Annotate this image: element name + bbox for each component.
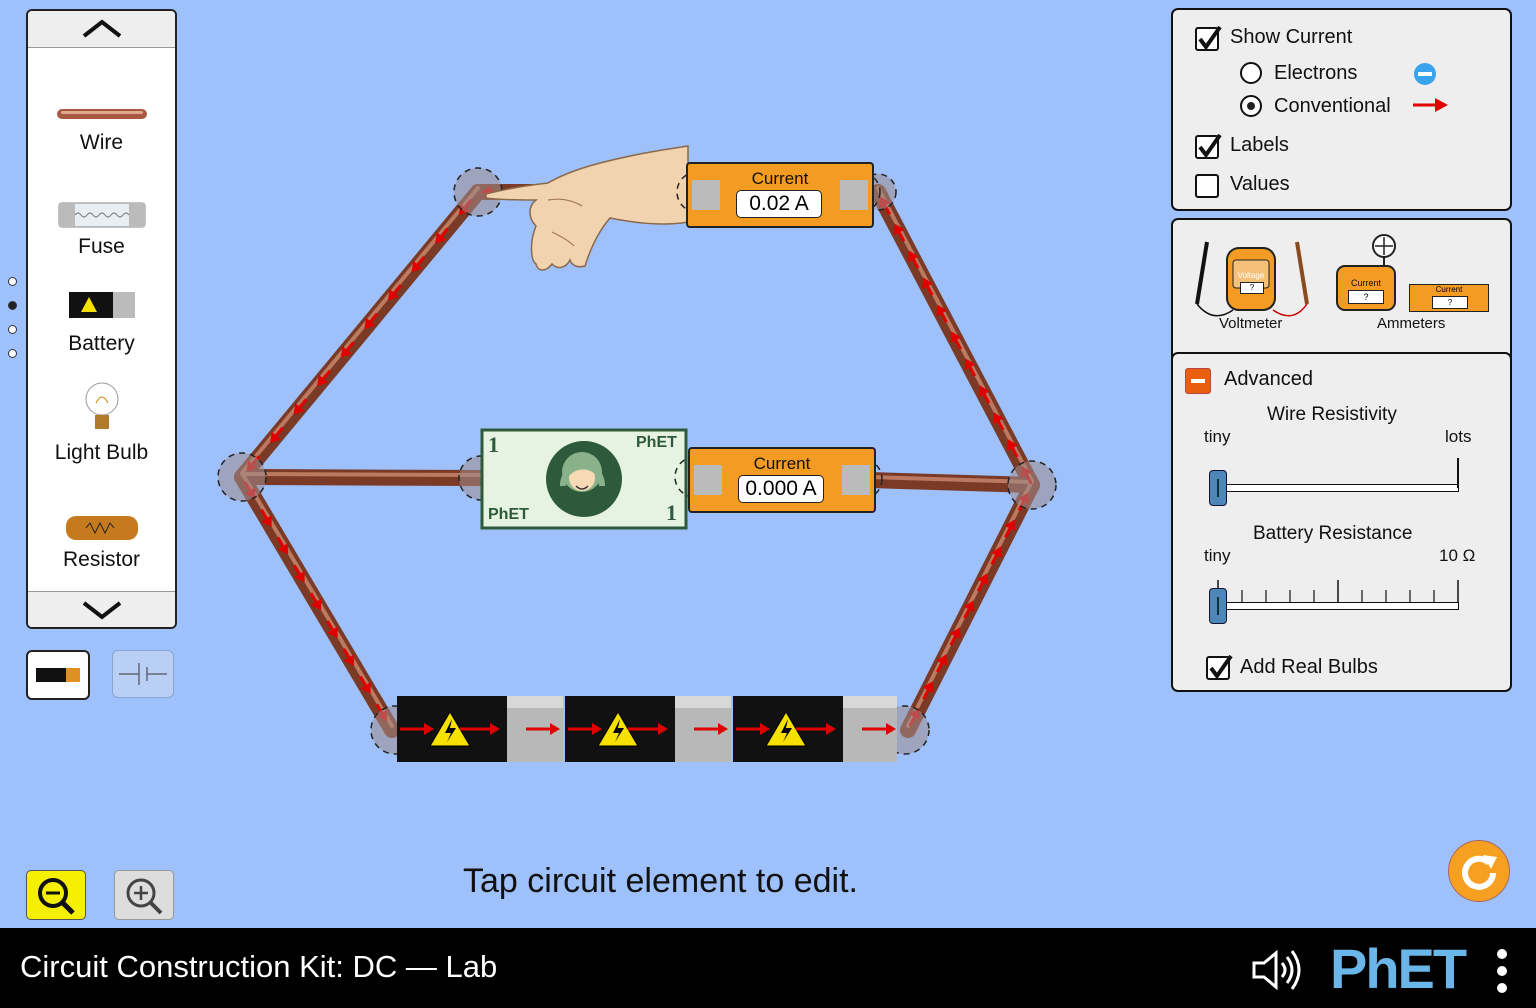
checkmark-icon bbox=[1209, 654, 1233, 680]
carousel-up-button[interactable] bbox=[28, 11, 175, 48]
voltmeter-display-label: Voltage bbox=[1237, 271, 1265, 280]
red-arrow-icon bbox=[1413, 98, 1448, 112]
conventional-radio[interactable] bbox=[1240, 95, 1262, 117]
series-ammeter-reading: ? bbox=[1432, 296, 1468, 309]
zoom-out-button[interactable] bbox=[26, 870, 86, 920]
zoom-in-button[interactable] bbox=[114, 870, 174, 920]
dollar-bill-brand: PhET bbox=[636, 434, 677, 451]
add-real-bulbs-label: Add Real Bulbs bbox=[1240, 656, 1378, 678]
checkmark-icon bbox=[1198, 25, 1222, 51]
wire-resistivity-min-label: tiny bbox=[1204, 427, 1231, 446]
dollar-bill-brand: PhET bbox=[488, 506, 529, 523]
zoom-in-icon bbox=[126, 878, 163, 915]
slider-thumb[interactable] bbox=[1209, 470, 1227, 506]
hand-icon bbox=[485, 145, 689, 271]
show-current-label: Show Current bbox=[1230, 26, 1353, 48]
dollar-bill-corner-number: 1 bbox=[488, 432, 499, 457]
voltmeter-tool[interactable]: Voltage ? bbox=[1193, 234, 1309, 324]
labels-checkbox[interactable] bbox=[1195, 133, 1222, 159]
fuse-icon bbox=[58, 202, 145, 228]
sim-title: Circuit Construction Kit: DC — Lab bbox=[20, 949, 498, 984]
battery-resistance-slider[interactable] bbox=[1209, 574, 1461, 624]
ammeter-value: 0.02 A bbox=[736, 190, 822, 218]
carousel-item-resistor[interactable]: Resistor bbox=[28, 514, 175, 572]
voltmeter-label: Voltmeter bbox=[1219, 315, 1283, 332]
ammeter-label: Current bbox=[751, 169, 809, 188]
values-checkbox[interactable] bbox=[1195, 174, 1219, 198]
wire-resistivity-title: Wire Resistivity bbox=[1267, 404, 1397, 425]
chevron-up-icon bbox=[82, 19, 121, 38]
chevron-down-icon bbox=[82, 601, 121, 620]
carousel-item-label: Fuse bbox=[78, 235, 125, 258]
display-options-panel: Show Current Electrons Conventional Labe… bbox=[1171, 8, 1512, 211]
schematic-view-button[interactable] bbox=[112, 650, 174, 698]
vertex[interactable] bbox=[1007, 460, 1057, 510]
carousel-page-dot[interactable] bbox=[8, 325, 17, 334]
probe-ammeter-display-label: Current bbox=[1350, 278, 1381, 288]
slider-track bbox=[1217, 602, 1459, 610]
phet-logo[interactable]: PhET bbox=[1330, 936, 1467, 1001]
battery-icon bbox=[68, 292, 135, 318]
carousel-item-wire[interactable]: Wire bbox=[28, 103, 175, 155]
ammeter-top[interactable]: Current 0.02 A bbox=[686, 162, 874, 228]
wire[interactable] bbox=[234, 469, 488, 486]
resistor-icon bbox=[65, 516, 138, 540]
battery-resistance-title: Battery Resistance bbox=[1253, 523, 1413, 544]
wire-resistivity-max-label: lots bbox=[1445, 427, 1472, 446]
ammeter-middle[interactable]: Current 0.000 A bbox=[688, 447, 876, 513]
probe-ammeter-tool[interactable]: Current ? bbox=[1335, 230, 1397, 312]
more-options-icon[interactable] bbox=[1494, 948, 1510, 994]
carousel-item-label: Light Bulb bbox=[54, 441, 149, 464]
lifelike-view-button[interactable] bbox=[26, 650, 90, 700]
reset-all-button[interactable] bbox=[1448, 840, 1510, 902]
probe-ammeter-reading: ? bbox=[1348, 290, 1384, 304]
zoom-out-icon bbox=[38, 878, 75, 915]
slider-track bbox=[1217, 484, 1459, 492]
carousel-page-dot[interactable] bbox=[8, 349, 17, 358]
carousel-item-battery[interactable]: Battery bbox=[28, 290, 175, 356]
electrons-radio[interactable] bbox=[1240, 62, 1262, 84]
ammeter-label: Current bbox=[753, 454, 811, 473]
carousel-item-fuse[interactable]: Fuse bbox=[28, 201, 175, 259]
advanced-title: Advanced bbox=[1224, 368, 1313, 390]
advanced-panel: Advanced Wire Resistivity tiny lots Batt… bbox=[1171, 352, 1512, 692]
battery-resistance-min-label: tiny bbox=[1204, 546, 1231, 565]
voltmeter-reading: ? bbox=[1240, 282, 1264, 294]
series-ammeter-display-label: Current bbox=[1435, 285, 1463, 294]
ammeter-value: 0.000 A bbox=[738, 475, 824, 503]
battery-icon bbox=[36, 668, 80, 682]
electrons-label: Electrons bbox=[1274, 62, 1358, 84]
wire-icon bbox=[56, 109, 147, 119]
slider-thumb[interactable] bbox=[1209, 588, 1227, 624]
component-carousel: Wire Fuse Battery Light Bulb Resistor bbox=[26, 9, 177, 629]
schematic-battery-icon bbox=[119, 663, 167, 685]
minus-icon bbox=[1191, 379, 1205, 383]
battery-resistance-max-label: 10 Ω bbox=[1439, 546, 1476, 565]
labels-label: Labels bbox=[1230, 134, 1289, 156]
dollar-bill-corner-number: 1 bbox=[666, 500, 677, 525]
light-bulb-icon bbox=[85, 382, 118, 429]
checkmark-icon bbox=[1198, 133, 1222, 159]
conventional-label: Conventional bbox=[1274, 95, 1391, 117]
edit-hint: Tap circuit element to edit. bbox=[463, 862, 858, 900]
carousel-item-light-bulb[interactable]: Light Bulb bbox=[28, 379, 175, 465]
series-ammeter-tool[interactable]: Current ? bbox=[1409, 284, 1489, 312]
carousel-down-button[interactable] bbox=[28, 591, 175, 627]
collapse-button[interactable] bbox=[1185, 368, 1211, 394]
wire-resistivity-slider[interactable] bbox=[1209, 458, 1459, 506]
carousel-item-label: Wire bbox=[79, 131, 124, 154]
values-label: Values bbox=[1230, 173, 1290, 195]
reset-icon bbox=[1462, 855, 1497, 890]
vertex[interactable] bbox=[217, 452, 267, 502]
sound-icon[interactable] bbox=[1250, 947, 1304, 993]
electron-icon bbox=[1414, 63, 1436, 85]
carousel-page-dot[interactable] bbox=[8, 301, 17, 310]
show-current-checkbox[interactable] bbox=[1195, 25, 1222, 51]
carousel-item-label: Battery bbox=[68, 332, 135, 355]
carousel-page-dot[interactable] bbox=[8, 277, 17, 286]
add-real-bulbs-checkbox[interactable] bbox=[1206, 654, 1233, 680]
carousel-item-label: Resistor bbox=[62, 548, 141, 571]
ammeters-label: Ammeters bbox=[1377, 315, 1446, 332]
